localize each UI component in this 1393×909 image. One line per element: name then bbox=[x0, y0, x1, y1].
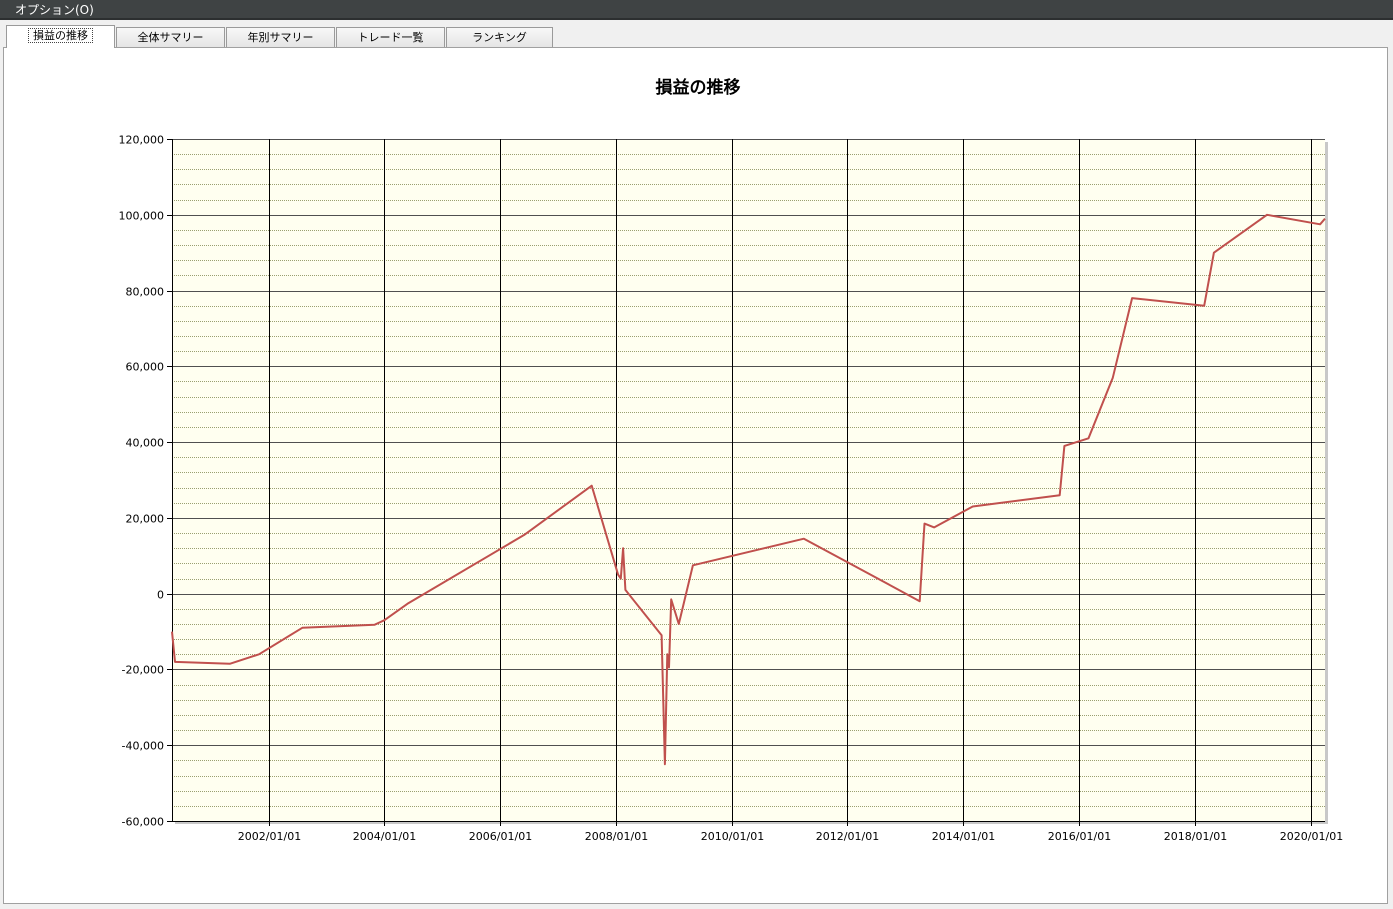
profit-trend-chart: 損益の推移 120,000 100,000 80,000 60,000 40,000 20… bbox=[119, 77, 1344, 843]
x-tick-label: 2016/01/01 bbox=[1048, 830, 1111, 843]
tab-overall-summary[interactable]: 全体サマリー bbox=[116, 27, 225, 48]
plot-area bbox=[172, 139, 1328, 824]
tab-yearly-summary[interactable]: 年別サマリー bbox=[226, 27, 335, 48]
y-tick-label: -40,000 bbox=[122, 740, 164, 753]
x-tick-label: 2010/01/01 bbox=[701, 830, 764, 843]
menu-bar: オプション(O) bbox=[0, 0, 1393, 20]
tab-trade-list[interactable]: トレード一覧 bbox=[336, 27, 445, 48]
y-tick-label: 20,000 bbox=[126, 513, 165, 526]
chart-panel: 損益の推移 120,000 100,000 80,000 60,000 40,000 20… bbox=[3, 47, 1388, 904]
x-tick-label: 2008/01/01 bbox=[585, 830, 648, 843]
y-tick-label: 40,000 bbox=[126, 437, 165, 450]
chart-title: 損益の推移 bbox=[656, 77, 741, 98]
y-tick-label: -20,000 bbox=[122, 664, 164, 677]
x-tick-label: 2012/01/01 bbox=[816, 830, 879, 843]
tab-profit-trend-label: 損益の推移 bbox=[28, 28, 93, 43]
y-tick-label: 80,000 bbox=[126, 286, 165, 299]
y-tick-label: 100,000 bbox=[119, 210, 165, 223]
x-tick-label: 2002/01/01 bbox=[238, 830, 301, 843]
tab-ranking[interactable]: ランキング bbox=[446, 27, 553, 48]
menu-item-option[interactable]: オプション(O) bbox=[15, 3, 94, 17]
x-tick-label: 2006/01/01 bbox=[469, 830, 532, 843]
x-tick-label: 2020/01/01 bbox=[1280, 830, 1343, 843]
x-tick-label: 2018/01/01 bbox=[1164, 830, 1227, 843]
y-tick-label: -60,000 bbox=[122, 816, 164, 829]
y-tick-label: 0 bbox=[157, 589, 164, 602]
tab-strip: 損益の推移 全体サマリー 年別サマリー トレード一覧 ランキング bbox=[4, 25, 1389, 49]
y-tick-label: 120,000 bbox=[119, 134, 165, 147]
x-tick-label: 2004/01/01 bbox=[353, 830, 416, 843]
y-tick-label: 60,000 bbox=[126, 361, 165, 374]
plot-background bbox=[172, 139, 1325, 821]
x-tick-label: 2014/01/01 bbox=[932, 830, 995, 843]
tab-profit-trend[interactable]: 損益の推移 bbox=[6, 25, 115, 48]
